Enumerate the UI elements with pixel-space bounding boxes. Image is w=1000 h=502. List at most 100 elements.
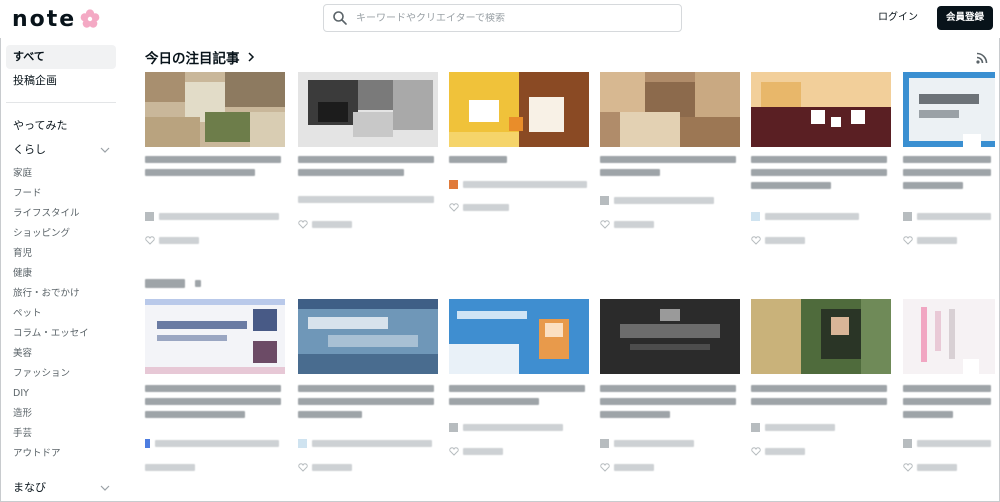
author-placeholder <box>614 197 714 204</box>
sidebar-subitem-food[interactable]: フード <box>13 185 42 203</box>
title-placeholder <box>298 385 434 392</box>
sidebar-item-label: まなび <box>13 481 46 494</box>
article-card[interactable] <box>903 72 995 252</box>
title-placeholder <box>145 411 245 418</box>
author-placeholder <box>463 181 587 188</box>
title-placeholder <box>145 156 281 163</box>
thumbnail-image <box>145 299 285 374</box>
author-placeholder <box>917 213 991 220</box>
sidebar-item-tried[interactable]: やってみた <box>6 114 116 138</box>
title-placeholder <box>903 411 953 418</box>
avatar <box>751 212 760 221</box>
title-placeholder <box>298 398 434 405</box>
sidebar-subitem-modeling[interactable]: 造形 <box>13 405 32 423</box>
sidebar-subitem-fashion[interactable]: ファッション <box>13 365 70 383</box>
sidebar-item-label: くらし <box>13 143 46 156</box>
heart-icon[interactable] <box>600 220 610 229</box>
heart-icon[interactable] <box>751 236 761 245</box>
thumbnail-image <box>903 72 995 147</box>
article-card[interactable] <box>298 72 438 252</box>
heart-icon[interactable] <box>145 236 155 245</box>
sidebar-subitem-shopping[interactable]: ショッピング <box>13 225 70 243</box>
author-placeholder <box>159 213 279 220</box>
article-card[interactable] <box>298 299 438 479</box>
heart-icon[interactable] <box>449 203 459 212</box>
sidebar-subitem-travel[interactable]: 旅行・おでかけ <box>13 285 80 303</box>
avatar <box>449 423 458 432</box>
article-card[interactable] <box>751 72 891 252</box>
article-card[interactable] <box>145 299 285 479</box>
title-placeholder <box>751 385 887 392</box>
sidebar-subitem-home[interactable]: 家庭 <box>13 165 32 183</box>
meta-placeholder <box>145 464 195 471</box>
heart-icon[interactable] <box>903 236 913 245</box>
login-button[interactable]: ログイン <box>872 8 924 28</box>
sidebar-subitem-diy[interactable]: DIY <box>13 385 29 403</box>
article-card[interactable] <box>145 72 285 252</box>
heart-icon[interactable] <box>298 220 308 229</box>
article-thumbnail <box>751 72 891 147</box>
sidebar-subitem-outdoor[interactable]: アウトドア <box>13 445 61 463</box>
sidebar-subitem-beauty[interactable]: 美容 <box>13 345 32 363</box>
sidebar-item-all[interactable]: すべて <box>6 45 116 69</box>
heart-icon[interactable] <box>298 463 308 472</box>
sidebar-subitem-childcare[interactable]: 育児 <box>13 245 32 263</box>
article-card[interactable] <box>600 72 740 252</box>
logo-wordmark: note <box>12 6 77 32</box>
signup-button[interactable]: 会員登録 <box>937 6 993 30</box>
meta-placeholder <box>312 221 352 228</box>
section-chevron-placeholder <box>195 280 201 287</box>
thumbnail-image <box>449 299 589 374</box>
thumbnail-image <box>600 72 740 147</box>
avatar <box>903 439 912 448</box>
search-input[interactable] <box>356 12 656 24</box>
title-placeholder <box>298 169 404 176</box>
sidebar-subitem-handicraft[interactable]: 手芸 <box>13 425 32 443</box>
search-icon <box>333 11 347 25</box>
article-card[interactable] <box>751 299 891 479</box>
search-box[interactable] <box>323 4 682 32</box>
sidebar-item-contests[interactable]: 投稿企画 <box>6 69 116 93</box>
title-placeholder <box>903 385 991 392</box>
heart-icon[interactable] <box>903 463 913 472</box>
rss-icon[interactable] <box>976 52 988 64</box>
meta-placeholder <box>917 237 957 244</box>
title-placeholder <box>903 182 963 189</box>
title-placeholder <box>903 169 991 176</box>
sidebar-item-life[interactable]: くらし <box>6 138 116 162</box>
meta-placeholder <box>614 221 654 228</box>
article-card[interactable] <box>600 299 740 479</box>
meta-placeholder <box>312 464 352 471</box>
article-card[interactable] <box>449 72 589 252</box>
sidebar-item-learning[interactable]: まなび <box>6 476 116 500</box>
heart-icon[interactable] <box>449 447 459 456</box>
thumbnail-image <box>298 299 438 374</box>
chevron-down-icon[interactable] <box>100 483 110 493</box>
thumbnail-image <box>449 72 589 147</box>
article-card[interactable] <box>903 299 995 479</box>
thumbnail-image <box>600 299 740 374</box>
sidebar-subitem-pets[interactable]: ペット <box>13 305 42 323</box>
article-thumbnail <box>903 299 995 374</box>
thumbnail-image <box>751 299 891 374</box>
sidebar-subitem-lifestyle[interactable]: ライフスタイル <box>13 205 80 223</box>
heart-icon[interactable] <box>600 463 610 472</box>
heart-icon[interactable] <box>751 447 761 456</box>
article-thumbnail <box>751 299 891 374</box>
sidebar-divider <box>6 102 116 103</box>
title-placeholder <box>298 156 434 163</box>
sidebar-subitem-health[interactable]: 健康 <box>13 265 32 283</box>
article-card[interactable] <box>449 299 589 479</box>
sidebar-subitem-column[interactable]: コラム・エッセイ <box>13 325 89 343</box>
author-placeholder <box>614 440 694 447</box>
chevron-down-icon[interactable] <box>100 145 110 155</box>
section-title-blurred[interactable] <box>145 276 205 290</box>
author-placeholder <box>765 213 859 220</box>
article-thumbnail <box>600 72 740 147</box>
note-logo[interactable]: note <box>12 6 101 32</box>
sakura-logo-icon <box>80 9 100 28</box>
meta-placeholder <box>159 237 199 244</box>
title-placeholder <box>600 411 670 418</box>
section-title-featured[interactable]: 今日の注目記事 <box>145 47 256 67</box>
thumbnail-image <box>751 72 891 147</box>
